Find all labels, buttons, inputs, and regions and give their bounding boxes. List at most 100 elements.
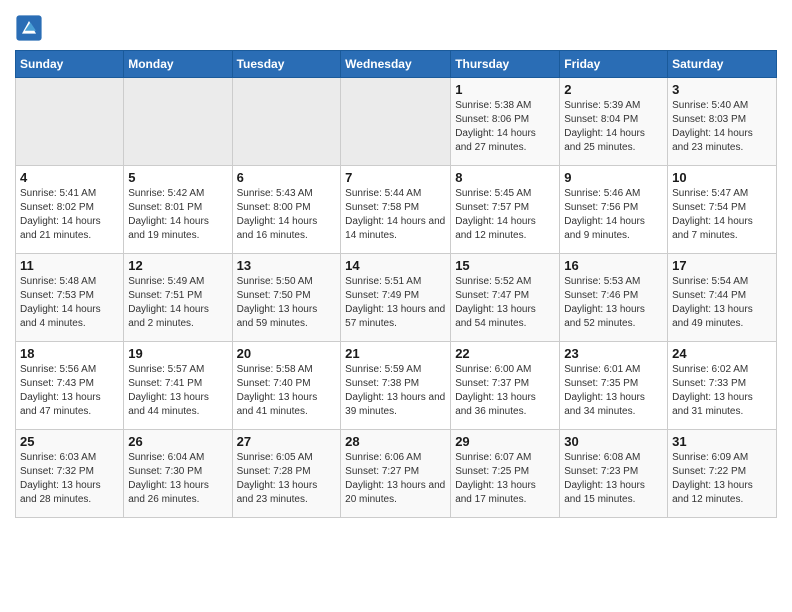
day-number: 17 [672, 258, 772, 273]
calendar-cell: 31 Sunrise: 6:09 AMSunset: 7:22 PMDayligh… [668, 430, 777, 518]
day-info: Sunrise: 5:46 AMSunset: 7:56 PMDaylight:… [564, 187, 663, 243]
weekday-header-saturday: Saturday [668, 51, 777, 78]
calendar-cell: 21Sunrise: 5:59 AMSunset: 7:38 PMDayligh… [341, 342, 451, 430]
day-number: 10 [672, 170, 772, 185]
day-number: 5 [128, 170, 227, 185]
day-number: 27 [237, 434, 337, 449]
calendar-cell: 23 Sunrise: 6:01 AMSunset: 7:35 PMDayligh… [560, 342, 668, 430]
calendar-cell: 10 Sunrise: 5:47 AMSunset: 7:54 PMDayligh… [668, 166, 777, 254]
calendar-cell: 6 Sunrise: 5:43 AMSunset: 8:00 PMDaylight… [232, 166, 341, 254]
day-number: 7 [345, 170, 446, 185]
day-number: 29 [455, 434, 555, 449]
day-number: 9 [564, 170, 663, 185]
calendar-cell: 7 Sunrise: 5:44 AMSunset: 7:58 PMDaylight… [341, 166, 451, 254]
calendar-table: SundayMondayTuesdayWednesdayThursdayFrid… [15, 50, 777, 518]
calendar-cell: 2Sunrise: 5:39 AMSunset: 8:04 PMDaylight… [560, 78, 668, 166]
day-number: 11 [20, 258, 119, 273]
day-info: Sunrise: 6:09 AMSunset: 7:22 PMDaylight:… [672, 451, 772, 507]
day-info: Sunrise: 6:03 AMSunset: 7:32 PMDaylight:… [20, 451, 119, 507]
calendar-header: SundayMondayTuesdayWednesdayThursdayFrid… [16, 51, 777, 78]
day-number: 28 [345, 434, 446, 449]
day-number: 14 [345, 258, 446, 273]
calendar-cell: 20Sunrise: 5:58 AMSunset: 7:40 PMDayligh… [232, 342, 341, 430]
day-info: Sunrise: 5:58 AMSunset: 7:40 PMDaylight:… [237, 363, 337, 419]
day-number: 3 [672, 82, 772, 97]
calendar-cell: 12 Sunrise: 5:49 AMSunset: 7:51 PMDayligh… [124, 254, 232, 342]
calendar-cell: 16Sunrise: 5:53 AMSunset: 7:46 PMDayligh… [560, 254, 668, 342]
calendar-cell [124, 78, 232, 166]
calendar-cell: 26 Sunrise: 6:04 AMSunset: 7:30 PMDayligh… [124, 430, 232, 518]
weekday-header-thursday: Thursday [451, 51, 560, 78]
day-info: Sunrise: 6:05 AMSunset: 7:28 PMDaylight:… [237, 451, 337, 507]
calendar-cell: 5 Sunrise: 5:42 AMSunset: 8:01 PMDaylight… [124, 166, 232, 254]
calendar-body: 1Sunrise: 5:38 AMSunset: 8:06 PMDaylight… [16, 78, 777, 518]
day-info: Sunrise: 5:43 AMSunset: 8:00 PMDaylight:… [237, 187, 337, 243]
day-info: Sunrise: 5:54 AMSunset: 7:44 PMDaylight:… [672, 275, 772, 331]
week-row-4: 18 Sunrise: 5:56 AMSunset: 7:43 PMDayligh… [16, 342, 777, 430]
day-number: 8 [455, 170, 555, 185]
calendar-cell: 24 Sunrise: 6:02 AMSunset: 7:33 PMDayligh… [668, 342, 777, 430]
day-number: 19 [128, 346, 227, 361]
calendar-cell: 14 Sunrise: 5:51 AMSunset: 7:49 PMDayligh… [341, 254, 451, 342]
day-info: Sunrise: 6:02 AMSunset: 7:33 PMDaylight:… [672, 363, 772, 419]
day-number: 23 [564, 346, 663, 361]
day-number: 4 [20, 170, 119, 185]
calendar-cell: 8 Sunrise: 5:45 AMSunset: 7:57 PMDaylight… [451, 166, 560, 254]
day-info: Sunrise: 5:50 AMSunset: 7:50 PMDaylight:… [237, 275, 337, 331]
weekday-header-friday: Friday [560, 51, 668, 78]
day-number: 12 [128, 258, 227, 273]
day-info: Sunrise: 6:01 AMSunset: 7:35 PMDaylight:… [564, 363, 663, 419]
day-info: Sunrise: 5:47 AMSunset: 7:54 PMDaylight:… [672, 187, 772, 243]
day-info: Sunrise: 5:42 AMSunset: 8:01 PMDaylight:… [128, 187, 227, 243]
calendar-cell: 28 Sunrise: 6:06 AMSunset: 7:27 PMDayligh… [341, 430, 451, 518]
day-number: 31 [672, 434, 772, 449]
day-number: 25 [20, 434, 119, 449]
day-number: 26 [128, 434, 227, 449]
calendar-cell: 19 Sunrise: 5:57 AMSunset: 7:41 PMDayligh… [124, 342, 232, 430]
day-number: 18 [20, 346, 119, 361]
weekday-header-wednesday: Wednesday [341, 51, 451, 78]
week-row-2: 4 Sunrise: 5:41 AMSunset: 8:02 PMDaylight… [16, 166, 777, 254]
week-row-3: 11 Sunrise: 5:48 AMSunset: 7:53 PMDayligh… [16, 254, 777, 342]
day-info: Sunrise: 5:40 AMSunset: 8:03 PMDaylight:… [672, 99, 772, 155]
day-info: Sunrise: 6:04 AMSunset: 7:30 PMDaylight:… [128, 451, 227, 507]
calendar-cell: 13 Sunrise: 5:50 AMSunset: 7:50 PMDayligh… [232, 254, 341, 342]
day-info: Sunrise: 5:48 AMSunset: 7:53 PMDaylight:… [20, 275, 119, 331]
day-info: Sunrise: 5:57 AMSunset: 7:41 PMDaylight:… [128, 363, 227, 419]
day-info: Sunrise: 5:39 AMSunset: 8:04 PMDaylight:… [564, 99, 663, 155]
calendar-cell [16, 78, 124, 166]
day-number: 22 [455, 346, 555, 361]
day-number: 24 [672, 346, 772, 361]
week-row-5: 25 Sunrise: 6:03 AMSunset: 7:32 PMDayligh… [16, 430, 777, 518]
day-info: Sunrise: 6:08 AMSunset: 7:23 PMDaylight:… [564, 451, 663, 507]
calendar-cell: 29 Sunrise: 6:07 AMSunset: 7:25 PMDayligh… [451, 430, 560, 518]
day-info: Sunrise: 5:56 AMSunset: 7:43 PMDaylight:… [20, 363, 119, 419]
calendar-cell: 18 Sunrise: 5:56 AMSunset: 7:43 PMDayligh… [16, 342, 124, 430]
calendar-cell: 17 Sunrise: 5:54 AMSunset: 7:44 PMDayligh… [668, 254, 777, 342]
day-info: Sunrise: 5:38 AMSunset: 8:06 PMDaylight:… [455, 99, 555, 155]
day-number: 13 [237, 258, 337, 273]
calendar-cell [232, 78, 341, 166]
day-info: Sunrise: 5:45 AMSunset: 7:57 PMDaylight:… [455, 187, 555, 243]
day-info: Sunrise: 5:44 AMSunset: 7:58 PMDaylight:… [345, 187, 446, 243]
week-row-1: 1Sunrise: 5:38 AMSunset: 8:06 PMDaylight… [16, 78, 777, 166]
day-number: 6 [237, 170, 337, 185]
day-number: 16 [564, 258, 663, 273]
day-info: Sunrise: 6:07 AMSunset: 7:25 PMDaylight:… [455, 451, 555, 507]
day-info: Sunrise: 5:41 AMSunset: 8:02 PMDaylight:… [20, 187, 119, 243]
calendar-cell: 9 Sunrise: 5:46 AMSunset: 7:56 PMDaylight… [560, 166, 668, 254]
calendar-cell: 3 Sunrise: 5:40 AMSunset: 8:03 PMDaylight… [668, 78, 777, 166]
weekday-header-sunday: Sunday [16, 51, 124, 78]
calendar-cell: 15Sunrise: 5:52 AMSunset: 7:47 PMDayligh… [451, 254, 560, 342]
day-info: Sunrise: 6:00 AMSunset: 7:37 PMDaylight:… [455, 363, 555, 419]
day-info: Sunrise: 5:51 AMSunset: 7:49 PMDaylight:… [345, 275, 446, 331]
day-number: 30 [564, 434, 663, 449]
weekday-header-tuesday: Tuesday [232, 51, 341, 78]
calendar-cell: 27 Sunrise: 6:05 AMSunset: 7:28 PMDayligh… [232, 430, 341, 518]
calendar-cell: 22 Sunrise: 6:00 AMSunset: 7:37 PMDayligh… [451, 342, 560, 430]
logo [15, 14, 45, 42]
logo-icon [15, 14, 43, 42]
day-info: Sunrise: 5:49 AMSunset: 7:51 PMDaylight:… [128, 275, 227, 331]
day-info: Sunrise: 6:06 AMSunset: 7:27 PMDaylight:… [345, 451, 446, 507]
calendar-cell: 1Sunrise: 5:38 AMSunset: 8:06 PMDaylight… [451, 78, 560, 166]
